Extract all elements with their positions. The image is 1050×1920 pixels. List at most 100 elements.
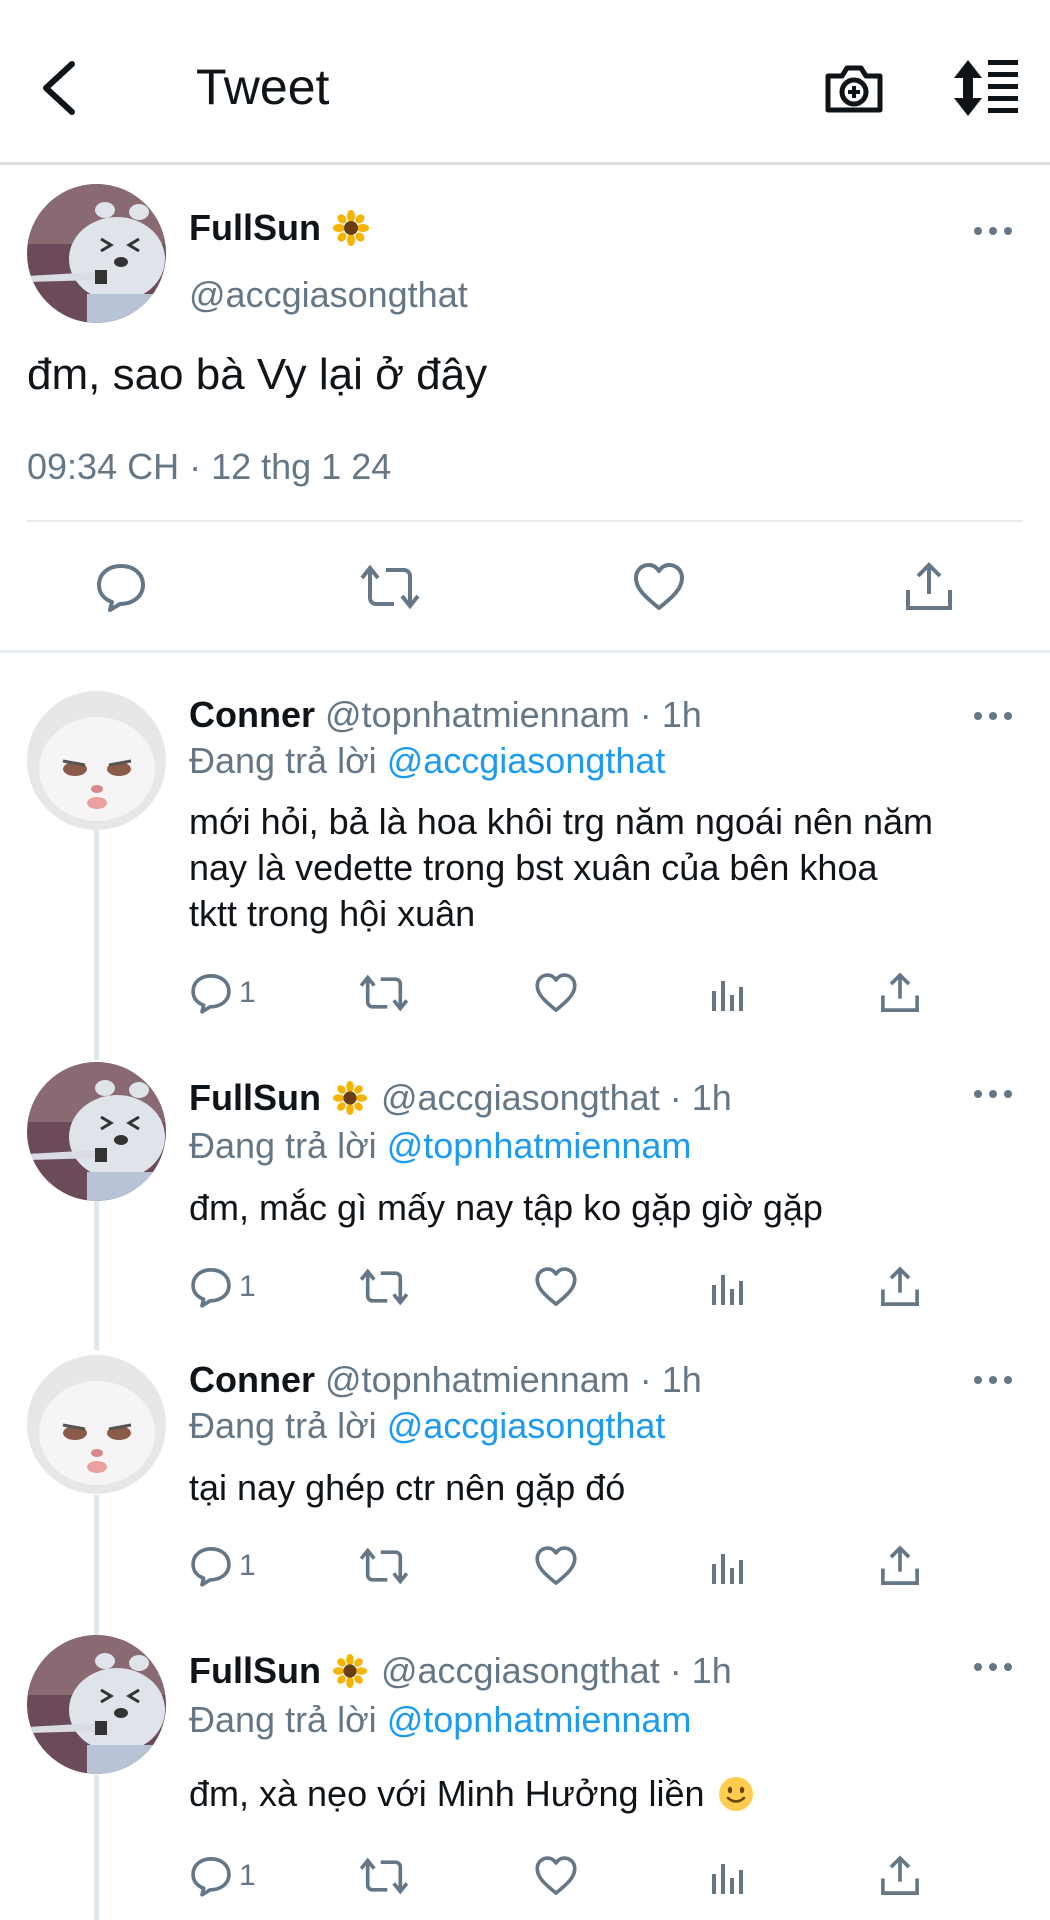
- replying-to: Đang trả lời @topnhatmiennam: [189, 1699, 691, 1741]
- avatar[interactable]: [27, 1062, 166, 1201]
- reply-actions: 1: [189, 1851, 949, 1901]
- thread-line: [94, 1200, 99, 1350]
- retweet-icon: [359, 1857, 409, 1895]
- tweet-timestamp[interactable]: 09:34 CH · 12 thg 1 24: [27, 446, 391, 488]
- more-icon: [974, 1663, 1012, 1671]
- share-button[interactable]: [902, 560, 956, 619]
- replying-to: Đang trả lời @accgiasongthat: [189, 1405, 665, 1447]
- reply-button[interactable]: 1: [189, 1851, 256, 1901]
- views-button[interactable]: [706, 1541, 750, 1591]
- author-name[interactable]: FullSun: [189, 1650, 321, 1692]
- comment-icon: [97, 564, 145, 612]
- author-handle[interactable]: @accgiasongthat: [189, 274, 468, 316]
- reply-text: tại nay ghép ctr nên gặp đó: [189, 1467, 626, 1508]
- views-button[interactable]: [706, 1851, 750, 1901]
- reply-button[interactable]: 1: [189, 968, 256, 1018]
- reply-text: đm, xà nẹo với Minh Hưởng liền: [189, 1773, 705, 1814]
- reply-actions: 1: [189, 968, 949, 1018]
- views-button[interactable]: [706, 1262, 750, 1312]
- share-icon: [906, 562, 952, 610]
- reply-button[interactable]: 1: [189, 1541, 256, 1591]
- more-options-button[interactable]: [973, 1660, 1013, 1672]
- page-title: Tweet: [196, 59, 330, 115]
- like-button[interactable]: [534, 1262, 578, 1312]
- analytics-icon: [712, 1275, 743, 1305]
- reply-header: FullSun @accgiasongthat · 1h: [189, 1077, 732, 1119]
- analytics-icon: [712, 1554, 743, 1584]
- cat-avatar-image: [27, 1355, 166, 1494]
- chevron-left-icon: [43, 61, 75, 115]
- more-icon: [974, 227, 1012, 235]
- share-icon: [881, 1855, 919, 1895]
- more-options-button[interactable]: [973, 1087, 1013, 1099]
- avatar[interactable]: [27, 1355, 166, 1494]
- replying-prefix: Đang trả lời: [189, 1405, 377, 1446]
- avatar[interactable]: [27, 691, 166, 830]
- mention-link[interactable]: @topnhatmiennam: [387, 1125, 692, 1166]
- share-button[interactable]: [878, 968, 922, 1018]
- reply-count: 1: [239, 1270, 256, 1303]
- slight-smile-emoji: [718, 1777, 753, 1811]
- more-options-button[interactable]: [973, 1373, 1013, 1385]
- camera-button[interactable]: [822, 56, 886, 120]
- like-button[interactable]: [632, 560, 686, 619]
- comment-icon: [191, 1547, 231, 1587]
- avatar[interactable]: [27, 1635, 166, 1774]
- retweet-icon: [359, 1268, 409, 1306]
- author-name[interactable]: Conner: [189, 1359, 315, 1400]
- author-handle[interactable]: @topnhatmiennam · 1h: [325, 1359, 702, 1400]
- mention-link[interactable]: @accgiasongthat: [387, 1405, 666, 1446]
- retweet-button[interactable]: [359, 968, 409, 1018]
- share-icon: [881, 1545, 919, 1585]
- retweet-button[interactable]: [359, 1262, 409, 1312]
- more-icon: [974, 1090, 1012, 1098]
- avatar[interactable]: [27, 184, 166, 323]
- author-handle[interactable]: @accgiasongthat · 1h: [381, 1077, 732, 1119]
- reply-actions: 1: [189, 1262, 949, 1312]
- more-icon: [974, 712, 1012, 720]
- comment-icon: [191, 974, 231, 1014]
- views-button[interactable]: [706, 968, 750, 1018]
- share-button[interactable]: [878, 1262, 922, 1312]
- author-name[interactable]: FullSun: [189, 1077, 321, 1119]
- mention-link[interactable]: @accgiasongthat: [387, 740, 666, 781]
- heart-icon: [634, 563, 684, 610]
- retweet-button[interactable]: [359, 1541, 409, 1591]
- share-button[interactable]: [878, 1851, 922, 1901]
- like-button[interactable]: [534, 1541, 578, 1591]
- retweet-icon: [359, 974, 409, 1012]
- more-icon: [974, 1376, 1012, 1384]
- divider: [27, 520, 1023, 522]
- thread-line: [94, 830, 99, 1060]
- author-name[interactable]: FullSun: [189, 207, 321, 249]
- sort-button[interactable]: [950, 56, 1020, 120]
- bear-avatar-image: [27, 184, 166, 323]
- replying-to: Đang trả lời @accgiasongthat: [189, 740, 665, 782]
- top-bar: Tweet: [0, 0, 1050, 165]
- share-button[interactable]: [878, 1541, 922, 1591]
- reply-header: Conner @topnhatmiennam · 1h: [189, 1359, 702, 1401]
- more-options-button[interactable]: [973, 709, 1013, 721]
- author-handle[interactable]: @topnhatmiennam · 1h: [325, 694, 702, 735]
- like-button[interactable]: [534, 968, 578, 1018]
- mention-link[interactable]: @topnhatmiennam: [387, 1699, 692, 1740]
- reply-text-row: đm, xà nẹo với Minh Hưởng liền: [189, 1773, 755, 1815]
- analytics-icon: [712, 1864, 743, 1894]
- reply-count: 1: [239, 1549, 256, 1582]
- author-handle[interactable]: @accgiasongthat · 1h: [381, 1650, 732, 1692]
- like-button[interactable]: [534, 1851, 578, 1901]
- share-icon: [881, 1266, 919, 1306]
- heart-icon: [535, 1267, 577, 1306]
- thread-line: [94, 1495, 99, 1635]
- back-button[interactable]: [36, 56, 86, 120]
- retweet-button[interactable]: [359, 1851, 409, 1901]
- heart-icon: [535, 1546, 577, 1585]
- retweet-button[interactable]: [360, 560, 420, 619]
- reply-button[interactable]: [94, 560, 148, 619]
- replying-prefix: Đang trả lời: [189, 740, 377, 781]
- reply-button[interactable]: 1: [189, 1262, 256, 1312]
- author-name[interactable]: Conner: [189, 694, 315, 735]
- more-options-button[interactable]: [973, 224, 1013, 236]
- comment-icon: [191, 1857, 231, 1897]
- reply-header: FullSun @accgiasongthat · 1h: [189, 1650, 732, 1692]
